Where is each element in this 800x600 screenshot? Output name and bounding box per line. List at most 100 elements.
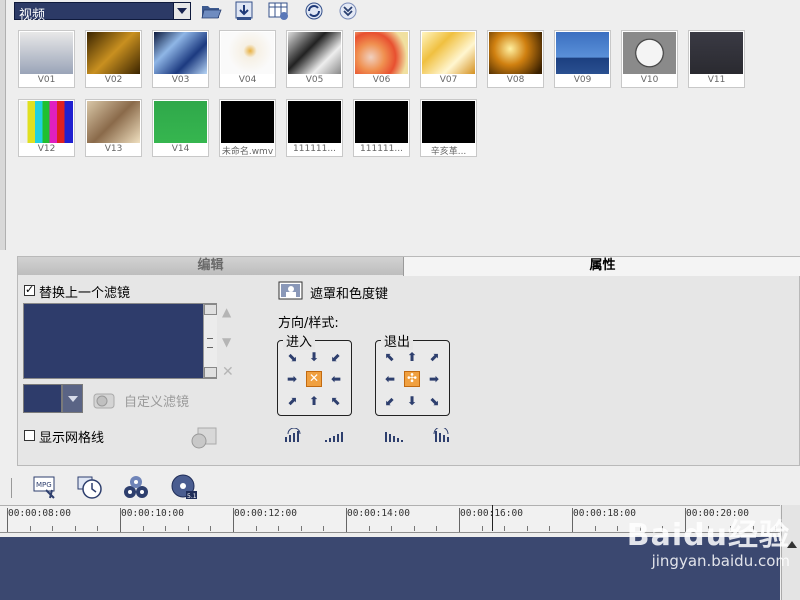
exit-s-arrow-icon[interactable]: ⬇	[404, 393, 420, 409]
clock-icon[interactable]	[76, 474, 104, 500]
filter-preset-select[interactable]	[23, 384, 83, 413]
import-video-icon[interactable]	[234, 1, 256, 21]
enter-sw-arrow-icon[interactable]: ⬈	[284, 393, 300, 409]
grid-settings-icon[interactable]	[190, 426, 218, 450]
thumbnail-image	[221, 101, 274, 143]
video-track[interactable]	[0, 537, 780, 600]
mask-chroma-icon[interactable]	[278, 280, 304, 302]
thumbnail-clip-111111-b[interactable]: 111111...	[353, 99, 410, 157]
tab-edit[interactable]: 编辑	[18, 257, 403, 275]
thumbnail-v12[interactable]: V12	[18, 99, 75, 157]
exit-e-arrow-icon[interactable]: ➡	[426, 371, 442, 387]
ruler-minor-tick	[391, 526, 392, 531]
exit-n-arrow-icon[interactable]: ⬆	[404, 349, 420, 365]
move-up-icon[interactable]: ▲	[222, 305, 231, 319]
exit-nw-arrow-icon[interactable]: ⬉	[382, 349, 398, 365]
thumbnail-v11[interactable]: V11	[688, 30, 745, 88]
move-down-icon[interactable]: ▼	[222, 335, 231, 349]
custom-filter-label[interactable]: 自定义滤镜	[124, 391, 189, 410]
filter-list-scrollbar[interactable]	[203, 304, 217, 378]
enter-se-arrow-icon[interactable]: ⬉	[328, 393, 344, 409]
custom-filter-icon[interactable]	[92, 388, 118, 410]
enter-s-arrow-icon[interactable]: ⬆	[306, 393, 322, 409]
scroll-up-button[interactable]	[204, 304, 217, 315]
ruler-minor-tick	[143, 526, 144, 531]
delete-filter-icon[interactable]: ✕	[222, 364, 234, 380]
thumbnail-v14[interactable]: V14	[152, 99, 209, 157]
tab-properties[interactable]: 属性	[403, 257, 800, 276]
exit-w-arrow-icon[interactable]: ⬅	[382, 371, 398, 387]
thumbnail-v13[interactable]: V13	[85, 99, 142, 157]
ruler-minor-tick	[640, 526, 641, 531]
timeline-vertical-scrollbar[interactable]	[781, 505, 800, 600]
thumbnail-image	[154, 32, 207, 74]
thumbnail-image	[355, 32, 408, 74]
ruler-minor-tick	[165, 526, 166, 531]
thumbnail-v07[interactable]: V07	[420, 30, 477, 88]
thumbnail-image	[556, 32, 609, 74]
ease-in-icon[interactable]	[284, 427, 304, 444]
thumbnail-caption: V04	[238, 75, 257, 85]
library-category-select[interactable]: 视频	[14, 2, 191, 23]
enter-nw-arrow-icon[interactable]: ⬊	[284, 349, 300, 365]
exit-ne-arrow-icon[interactable]: ⬈	[426, 349, 442, 365]
folder-open-icon[interactable]	[200, 1, 222, 21]
ease-in-bars-icon[interactable]	[324, 428, 344, 444]
timeline-toolbar	[0, 468, 800, 504]
show-grid-label: 显示网格线	[39, 431, 105, 446]
thumbnail-v09[interactable]: V09	[554, 30, 611, 88]
direction-style-label: 方向/样式:	[278, 316, 339, 331]
thumbnail-v02[interactable]: V02	[85, 30, 142, 88]
ruler-minor-tick	[504, 526, 505, 531]
timeline-ruler[interactable]: 00:00:08:00 00:00:10:00 00:00:12:00 00:00:1…	[0, 505, 780, 533]
disc-icon[interactable]: 5.1	[170, 474, 198, 500]
thumbnail-untitled[interactable]: 未命名.wmv	[219, 99, 276, 157]
thumbnail-caption: V01	[37, 75, 56, 85]
exit-se-arrow-icon[interactable]: ⬊	[426, 393, 442, 409]
thumbnail-v01[interactable]: V01	[18, 30, 75, 88]
thumbnail-v03[interactable]: V03	[152, 30, 209, 88]
batch-convert-icon[interactable]: MPG	[32, 474, 60, 500]
scroll-down-button[interactable]	[204, 367, 217, 378]
thumbnail-caption: V09	[573, 75, 592, 85]
enter-center-arrow-icon[interactable]: ✕	[306, 371, 322, 387]
enter-e-arrow-icon[interactable]: ⬅	[328, 371, 344, 387]
scroll-up-arrow-icon[interactable]	[787, 541, 797, 548]
scroll-thumb-grip[interactable]	[207, 338, 213, 348]
refresh-icon[interactable]	[303, 1, 325, 21]
thumbnail-clip-111111-a[interactable]: 111111...	[286, 99, 343, 157]
replace-filter-checkbox[interactable]	[24, 283, 35, 296]
thumbnail-v06[interactable]: V06	[353, 30, 410, 88]
thumbnail-image	[288, 101, 341, 143]
filter-list[interactable]	[23, 303, 217, 379]
enter-ne-arrow-icon[interactable]: ⬋	[328, 349, 344, 365]
enter-n-arrow-icon[interactable]: ⬇	[306, 349, 322, 365]
svg-text:5.1: 5.1	[187, 493, 197, 500]
show-grid-checkbox[interactable]	[24, 430, 35, 441]
expand-down-icon[interactable]	[337, 1, 359, 21]
ease-out-bars-icon[interactable]	[384, 428, 404, 444]
ease-out-icon[interactable]	[432, 426, 452, 444]
enter-w-arrow-icon[interactable]: ➡	[284, 371, 300, 387]
thumbnail-caption: V03	[171, 75, 190, 85]
thumbnail-v04[interactable]: V04	[219, 30, 276, 88]
ruler-tick-label: 00:00:20:00	[686, 508, 749, 519]
dvd-auto-icon[interactable]	[122, 474, 150, 500]
exit-label: 退出	[381, 331, 414, 350]
exit-center-arrow-icon[interactable]: ✣	[404, 371, 420, 387]
library-category-value: 视频	[19, 8, 46, 23]
thumbnail-v05[interactable]: V05	[286, 30, 343, 88]
ruler-tick-label: 00:00:10:00	[121, 508, 184, 519]
chevron-down-icon[interactable]	[62, 384, 83, 413]
thumbnail-xinhai-clip[interactable]: 辛亥革...	[420, 99, 477, 157]
thumbnail-v08[interactable]: V08	[487, 30, 544, 88]
exit-sw-arrow-icon[interactable]: ⬋	[382, 393, 398, 409]
storyboard-view-icon[interactable]	[268, 1, 290, 21]
mask-chroma-label[interactable]: 遮罩和色度键	[310, 283, 388, 302]
thumbnail-v10[interactable]: V10	[621, 30, 678, 88]
panel-resize-strip[interactable]	[0, 0, 6, 250]
playhead-cursor[interactable]	[492, 505, 493, 531]
thumbnail-caption: V08	[506, 75, 525, 85]
chevron-down-icon[interactable]	[173, 3, 190, 19]
thumbnail-image	[623, 32, 676, 74]
